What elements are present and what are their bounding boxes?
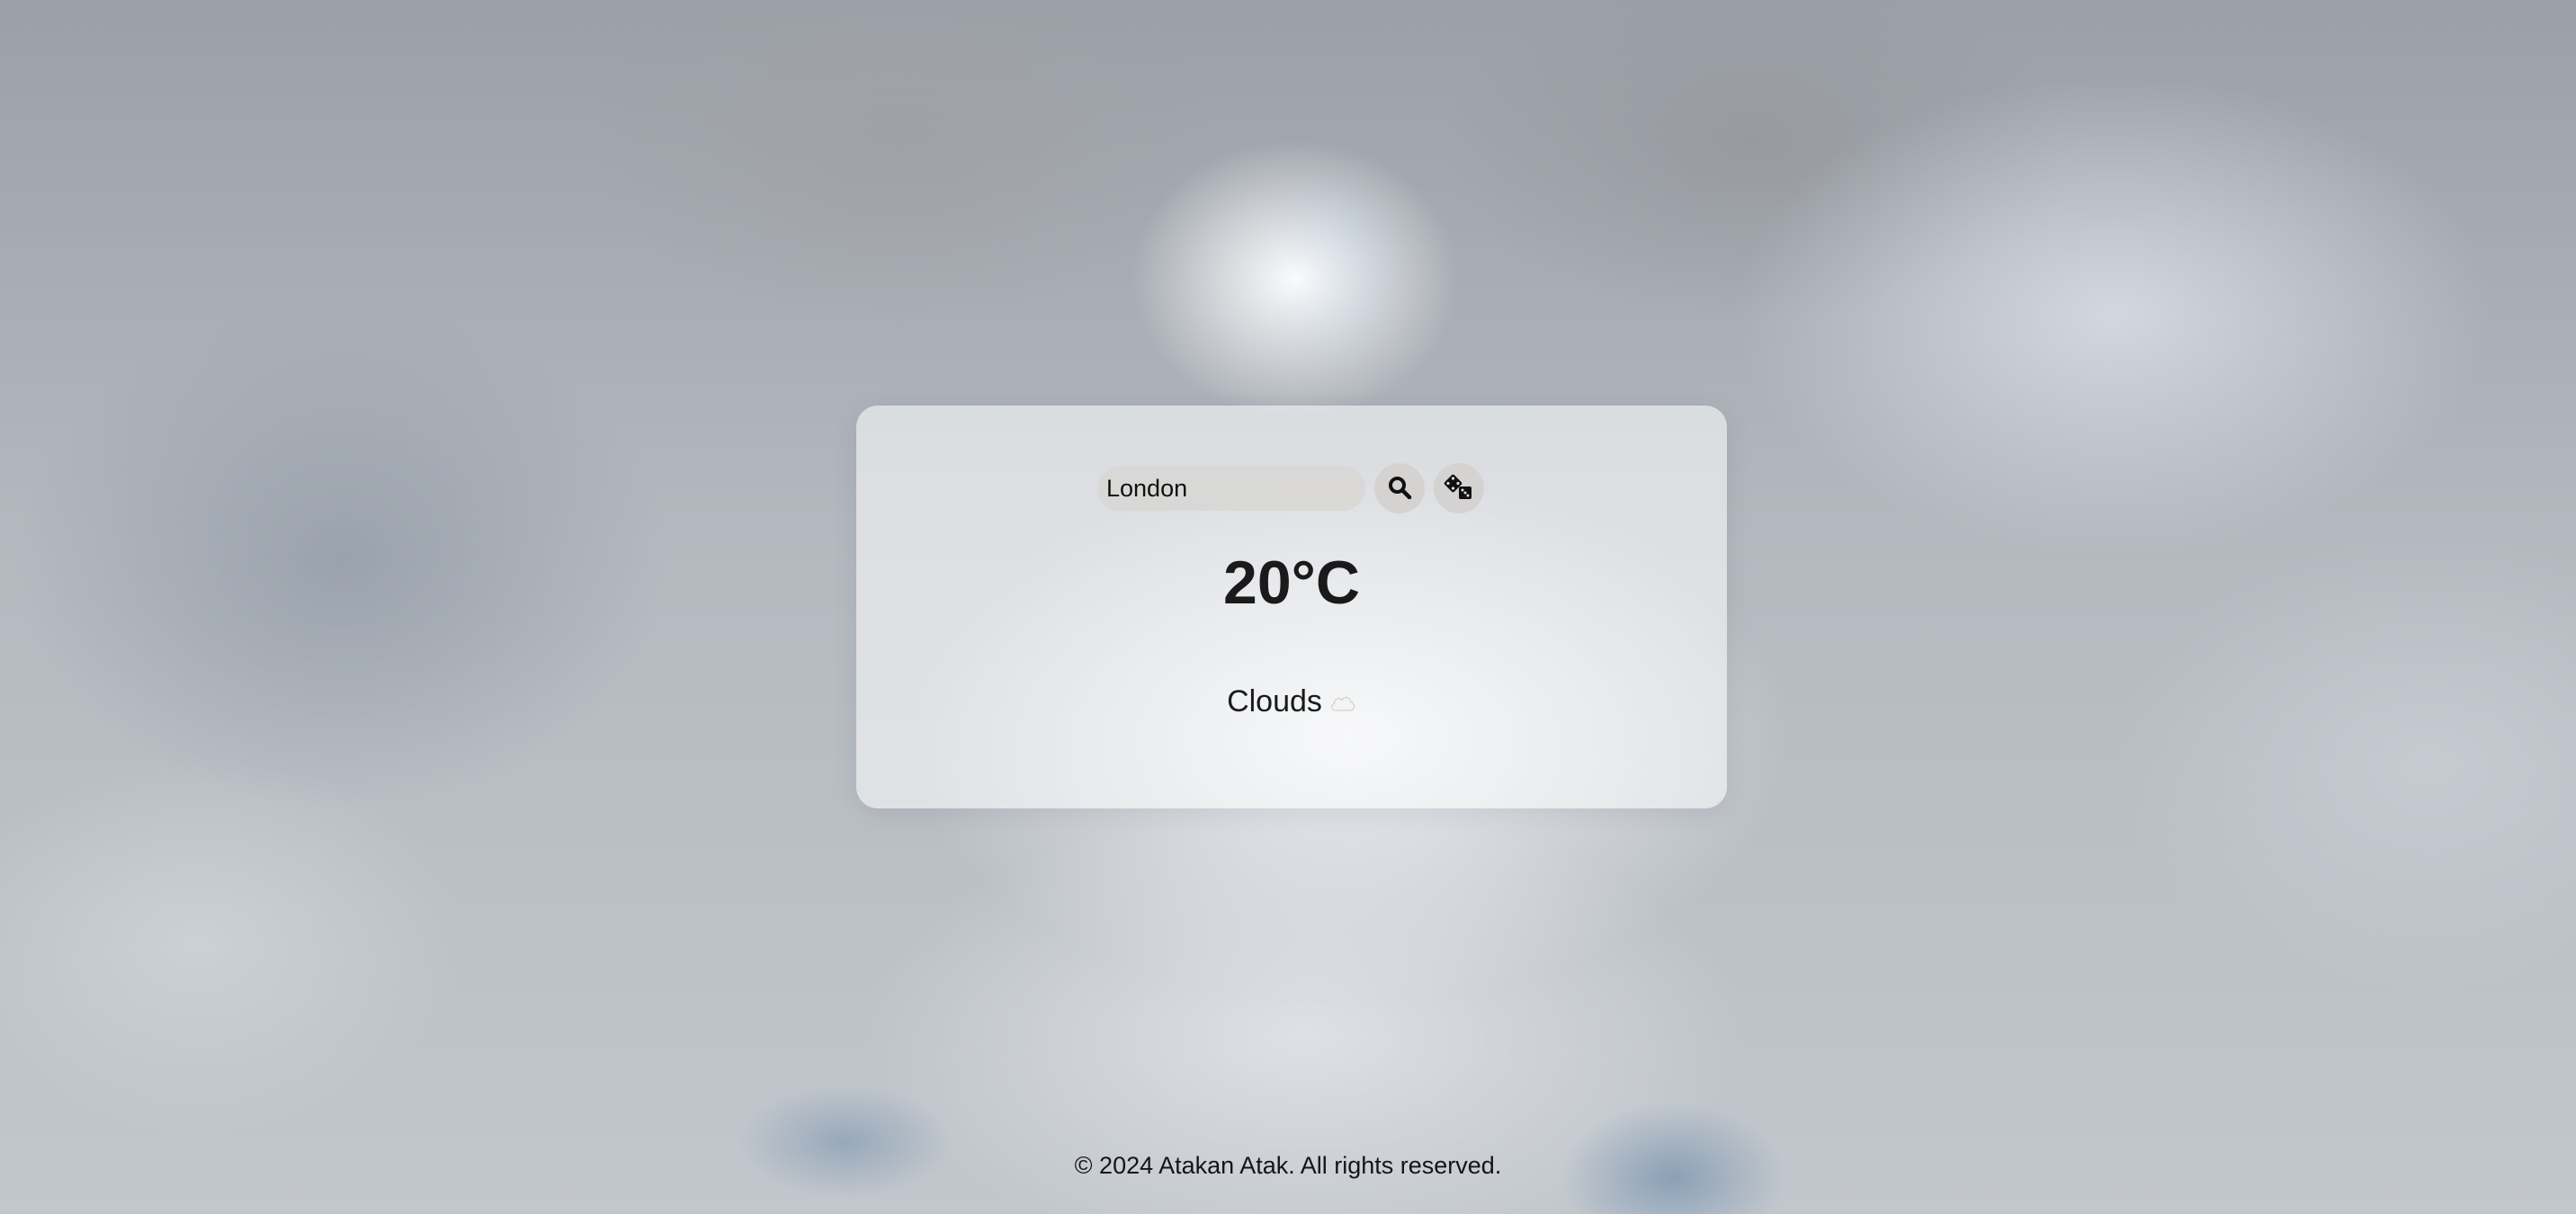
weather-card: 20°C Clouds [856,406,1727,808]
random-city-button[interactable] [1434,463,1484,513]
weather-condition-label: Clouds [1227,684,1322,719]
city-search-input[interactable] [1097,466,1365,511]
cloudy-sky-background: 20°C Clouds © 2024 Atakan Atak. All righ… [0,0,2576,1214]
search-icon [1387,475,1412,503]
search-bar [1097,463,1484,513]
search-button[interactable] [1374,463,1425,513]
weather-condition: Clouds [856,684,1727,721]
cloud-icon [1329,686,1356,721]
dice-icon [1443,473,1475,504]
temperature-value: 20°C [1223,549,1360,617]
footer-copyright: © 2024 Atakan Atak. All rights reserved. [1074,1152,1502,1179]
